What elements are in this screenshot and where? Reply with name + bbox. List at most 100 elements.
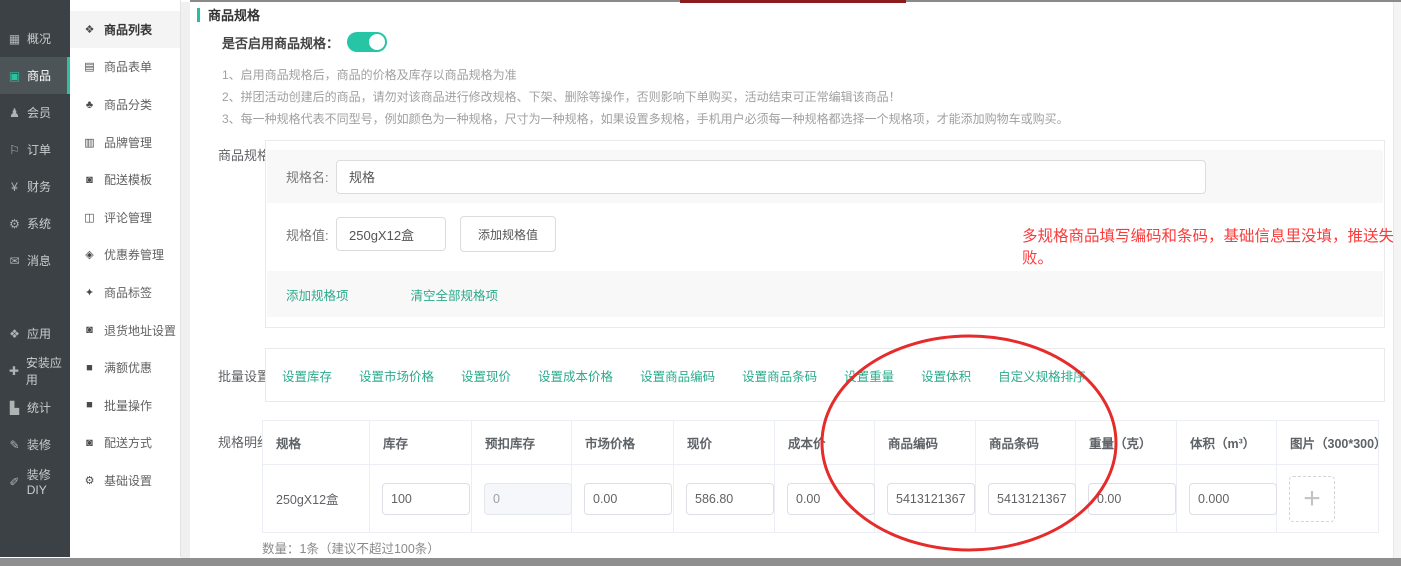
sidebar-item-system[interactable]: ⚙ 系统	[0, 205, 70, 242]
sidebar-item-member[interactable]: ♟ 会员	[0, 94, 70, 131]
horizontal-scrollbar[interactable]	[0, 558, 1401, 566]
batch-box: 设置库存 设置市场价格 设置现价 设置成本价格 设置商品编码 设置商品条码 设置…	[265, 348, 1385, 402]
submenu-item-label: 品牌管理	[104, 134, 152, 151]
sidebar-item-app[interactable]: ❖ 应用	[0, 315, 70, 352]
sidebar-item-overview[interactable]: ▦ 概况	[0, 20, 70, 57]
sidebar-item-product[interactable]: ▣ 商品	[0, 57, 70, 94]
submenu-item-product-form[interactable]: ▤ 商品表单	[70, 48, 180, 86]
set-weight-link[interactable]: 设置重量	[844, 366, 894, 385]
set-current-price-link[interactable]: 设置现价	[461, 366, 511, 385]
spec-detail-table: 规格 库存 预扣库存 市场价格 现价 成本价 商品编码 商品条码 重量（克） 体…	[262, 420, 1379, 533]
spec-section-label: 商品规格	[218, 145, 270, 164]
market-price-input[interactable]	[584, 483, 672, 515]
bag-icon: ■	[83, 399, 96, 411]
tag-icon: ◈	[83, 248, 96, 261]
sidebar-item-label: 商品	[27, 67, 51, 84]
sidebar-item-order[interactable]: ⚐ 订单	[0, 131, 70, 168]
install-icon: ✚	[7, 364, 21, 378]
submenu-item-publish-product[interactable]: ✚ 发布商品	[70, 0, 180, 11]
spec-links-row: 添加规格项 清空全部规格项	[267, 271, 1383, 317]
submenu-item-full-discount[interactable]: ■ 满额优惠	[70, 349, 180, 387]
page-title-text: 商品规格	[208, 5, 260, 24]
finance-icon: ¥	[7, 180, 22, 194]
set-product-barcode-link[interactable]: 设置商品条码	[742, 366, 817, 385]
col-current-price: 现价	[674, 421, 775, 465]
submenu-item-product-tags[interactable]: ✦ 商品标签	[70, 274, 180, 312]
spec-name-row: 规格名:	[267, 150, 1383, 203]
vertical-scrollbar[interactable]	[1393, 2, 1401, 558]
order-icon: ⚐	[7, 143, 22, 157]
note-line: 2、拼团活动创建后的商品，请勿对该商品进行修改规格、下架、删除等操作，否则影响下…	[222, 86, 1069, 108]
bag-icon: ■	[83, 362, 96, 374]
member-icon: ♟	[7, 106, 22, 120]
col-weight: 重量（克）	[1076, 421, 1177, 465]
col-reserved-stock: 预扣库存	[472, 421, 572, 465]
image-upload-button[interactable]: +	[1289, 476, 1335, 522]
col-cost-price: 成本价	[775, 421, 875, 465]
stock-input[interactable]	[382, 483, 470, 515]
admin-page: ▦ 概况 ▣ 商品 ♟ 会员 ⚐ 订单 ¥ 财务 ⚙ 系统 ✉ 消息 ❖ 应用	[0, 0, 1401, 566]
submenu-item-product-category[interactable]: ♣ 商品分类	[70, 86, 180, 124]
col-volume: 体积（m³）	[1177, 421, 1277, 465]
submenu-item-comment-management[interactable]: ◫ 评论管理	[70, 199, 180, 237]
col-stock: 库存	[370, 421, 472, 465]
submenu-item-basic-settings[interactable]: ⚙ 基础设置	[70, 462, 180, 500]
title-accent-bar	[197, 8, 200, 22]
clear-all-spec-link[interactable]: 清空全部规格项	[411, 285, 499, 304]
cost-price-input[interactable]	[787, 483, 875, 515]
sidebar-item-finance[interactable]: ¥ 财务	[0, 168, 70, 205]
set-market-price-link[interactable]: 设置市场价格	[359, 366, 434, 385]
sidebar-item-decoration-diy[interactable]: ✐ 装修DIY	[0, 463, 70, 500]
submenu-item-delivery-method[interactable]: ◙ 配送方式	[70, 424, 180, 462]
product-barcode-input[interactable]	[988, 483, 1076, 515]
set-volume-link[interactable]: 设置体积	[921, 366, 971, 385]
submenu-item-batch-operations[interactable]: ■ 批量操作	[70, 387, 180, 425]
submenu-item-shipping-template[interactable]: ◙ 配送模板	[70, 161, 180, 199]
sidebar-item-label: 统计	[27, 399, 51, 416]
submenu-item-label: 满额优惠	[104, 359, 152, 376]
current-price-input[interactable]	[686, 483, 774, 515]
volume-input[interactable]	[1189, 483, 1277, 515]
main-sidebar: ▦ 概况 ▣ 商品 ♟ 会员 ⚐ 订单 ¥ 财务 ⚙ 系统 ✉ 消息 ❖ 应用	[0, 0, 70, 557]
submenu-item-label: 退货地址设置	[104, 322, 176, 339]
submenu-item-brand-management[interactable]: ▥ 品牌管理	[70, 123, 180, 161]
sidebar-item-label: 财务	[27, 178, 51, 195]
sidebar-item-message[interactable]: ✉ 消息	[0, 242, 70, 279]
submenu-item-label: 商品列表	[104, 21, 152, 38]
sidebar-item-install-app[interactable]: ✚ 安装应用	[0, 352, 70, 389]
sidebar-item-statistics[interactable]: ▙ 统计	[0, 389, 70, 426]
spec-detail-table-wrap: 规格 库存 预扣库存 市场价格 现价 成本价 商品编码 商品条码 重量（克） 体…	[262, 420, 1379, 533]
spec-name-input[interactable]	[336, 160, 1206, 194]
product-icon: ▣	[7, 69, 22, 83]
sidebar-item-decoration[interactable]: ✎ 装修	[0, 426, 70, 463]
submenu-item-label: 商品标签	[104, 284, 152, 301]
submenu-item-return-address[interactable]: ◙ 退货地址设置	[70, 311, 180, 349]
set-cost-price-link[interactable]: 设置成本价格	[538, 366, 613, 385]
product-code-input[interactable]	[887, 483, 975, 515]
set-product-code-link[interactable]: 设置商品编码	[640, 366, 715, 385]
weight-input[interactable]	[1088, 483, 1176, 515]
overview-icon: ▦	[7, 32, 22, 46]
red-scribble-top	[680, 0, 906, 3]
add-spec-item-link[interactable]: 添加规格项	[286, 285, 349, 304]
gear-icon: ⚙	[7, 217, 22, 231]
spec-value-input[interactable]	[336, 217, 446, 251]
submenu-item-product-list[interactable]: ❖ 商品列表	[70, 11, 180, 49]
spec-value-label: 规格值:	[286, 225, 336, 244]
plus-icon: +	[1303, 484, 1321, 514]
brush-icon: ✐	[7, 475, 22, 489]
col-market-price: 市场价格	[572, 421, 674, 465]
add-spec-value-button[interactable]: 添加规格值	[460, 216, 556, 252]
spec-notes: 1、启用商品规格后，商品的价格及库存以商品规格为准 2、拼团活动创建后的商品，请…	[222, 64, 1069, 130]
submenu-item-label: 配送模板	[104, 171, 152, 188]
set-stock-link[interactable]: 设置库存	[282, 366, 332, 385]
custom-spec-sort-link[interactable]: 自定义规格排序	[998, 366, 1086, 385]
briefcase-icon: ▥	[83, 136, 96, 149]
list-icon: ❖	[83, 23, 96, 36]
submenu-item-label: 优惠券管理	[104, 246, 164, 263]
submenu-item-label: 配送方式	[104, 434, 152, 451]
col-product-code: 商品编码	[875, 421, 976, 465]
sidebar-item-label: 装修	[27, 436, 51, 453]
enable-spec-toggle[interactable]	[347, 32, 387, 52]
submenu-item-coupon-management[interactable]: ◈ 优惠券管理	[70, 236, 180, 274]
